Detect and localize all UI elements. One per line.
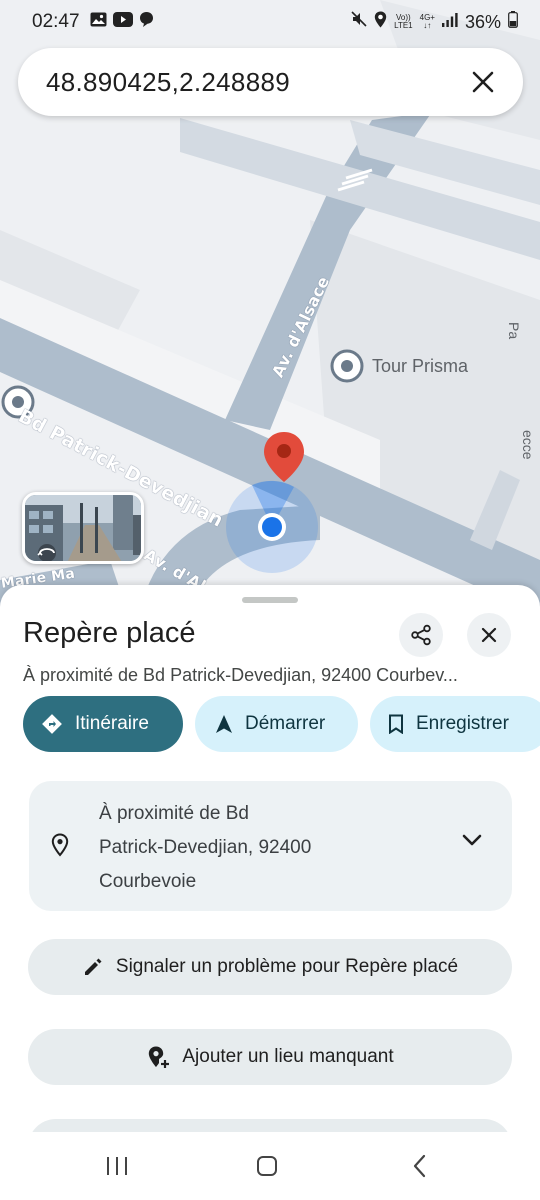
address-line-3: Courbevoie bbox=[99, 871, 197, 892]
report-problem-label: Signaler un problème pour Repère placé bbox=[115, 956, 459, 977]
status-time: 02:47 bbox=[32, 11, 80, 32]
address-line-2: Patrick-Devedjian, 92400 bbox=[99, 837, 312, 858]
directions-button[interactable]: Itinéraire bbox=[23, 696, 183, 752]
search-bar[interactable]: 48.890425,2.248889 bbox=[18, 48, 523, 116]
net-type-indicator: 4G+ ↓↑ bbox=[420, 14, 435, 30]
add-missing-place-label: Ajouter un lieu manquant bbox=[182, 1046, 394, 1067]
directions-icon bbox=[41, 713, 63, 735]
close-icon bbox=[481, 627, 497, 643]
navigation-arrow-icon bbox=[215, 714, 233, 734]
address-line-1: À proximité de Bd bbox=[99, 803, 249, 824]
chevron-down-icon[interactable] bbox=[462, 833, 482, 852]
recent-apps-icon bbox=[107, 1157, 127, 1175]
edge-label-right: Pa bbox=[506, 322, 522, 340]
place-title: Repère placé bbox=[23, 617, 196, 649]
start-button[interactable]: Démarrer bbox=[195, 696, 358, 752]
home-button[interactable] bbox=[247, 1152, 287, 1180]
chat-icon bbox=[139, 11, 154, 34]
volte-bottom: LTE1 bbox=[394, 21, 413, 30]
battery-percent: 36% bbox=[464, 11, 501, 32]
bookmark-icon bbox=[388, 714, 404, 734]
add-location-icon bbox=[146, 1045, 170, 1069]
save-button[interactable]: Enregistrer bbox=[370, 696, 540, 752]
edge-label-right-2: ecce bbox=[520, 430, 536, 460]
home-icon bbox=[257, 1156, 277, 1176]
address-text: À proximité de Bd Patrick-Devedjian, 924… bbox=[99, 797, 399, 899]
youtube-icon bbox=[112, 11, 133, 33]
location-icon bbox=[374, 11, 387, 34]
volte-indicator: Vo)) LTE1 bbox=[394, 14, 413, 30]
street-view-thumbnail[interactable] bbox=[22, 492, 144, 564]
start-label: Démarrer bbox=[245, 713, 326, 734]
poi-label-tour-prisma[interactable]: Tour Prisma bbox=[372, 356, 468, 377]
clear-search-button[interactable] bbox=[463, 62, 503, 102]
edit-pencil-icon bbox=[82, 956, 104, 978]
back-button[interactable] bbox=[400, 1152, 440, 1180]
share-icon bbox=[411, 624, 431, 646]
close-sheet-button[interactable] bbox=[467, 613, 511, 657]
save-label: Enregistrer bbox=[416, 713, 509, 734]
system-nav-bar bbox=[0, 1132, 540, 1200]
close-icon bbox=[472, 71, 494, 93]
mute-icon bbox=[351, 11, 367, 33]
recent-apps-button[interactable] bbox=[97, 1152, 137, 1180]
sheet-drag-handle[interactable] bbox=[242, 597, 298, 603]
street-view-image bbox=[25, 495, 141, 561]
address-card[interactable]: À proximité de Bd Patrick-Devedjian, 924… bbox=[29, 781, 512, 911]
add-missing-place-button[interactable]: Ajouter un lieu manquant bbox=[28, 1029, 512, 1085]
signal-icon bbox=[441, 11, 458, 33]
status-bar: 02:47 Vo)) LTE1 4G+ ↓↑ 36% bbox=[0, 0, 540, 44]
place-sheet[interactable]: Repère placé À proximité de Bd Patrick-D… bbox=[0, 585, 540, 1145]
back-icon bbox=[413, 1154, 426, 1178]
location-pin-icon bbox=[51, 833, 69, 862]
battery-icon bbox=[508, 10, 518, 34]
share-button[interactable] bbox=[399, 613, 443, 657]
search-input[interactable]: 48.890425,2.248889 bbox=[46, 67, 463, 98]
place-subtitle: À proximité de Bd Patrick-Devedjian, 924… bbox=[23, 665, 458, 685]
data-arrows-icon: ↓↑ bbox=[423, 21, 432, 30]
image-icon bbox=[90, 11, 107, 33]
directions-label: Itinéraire bbox=[75, 713, 149, 734]
report-problem-button[interactable]: Signaler un problème pour Repère placé bbox=[28, 939, 512, 995]
